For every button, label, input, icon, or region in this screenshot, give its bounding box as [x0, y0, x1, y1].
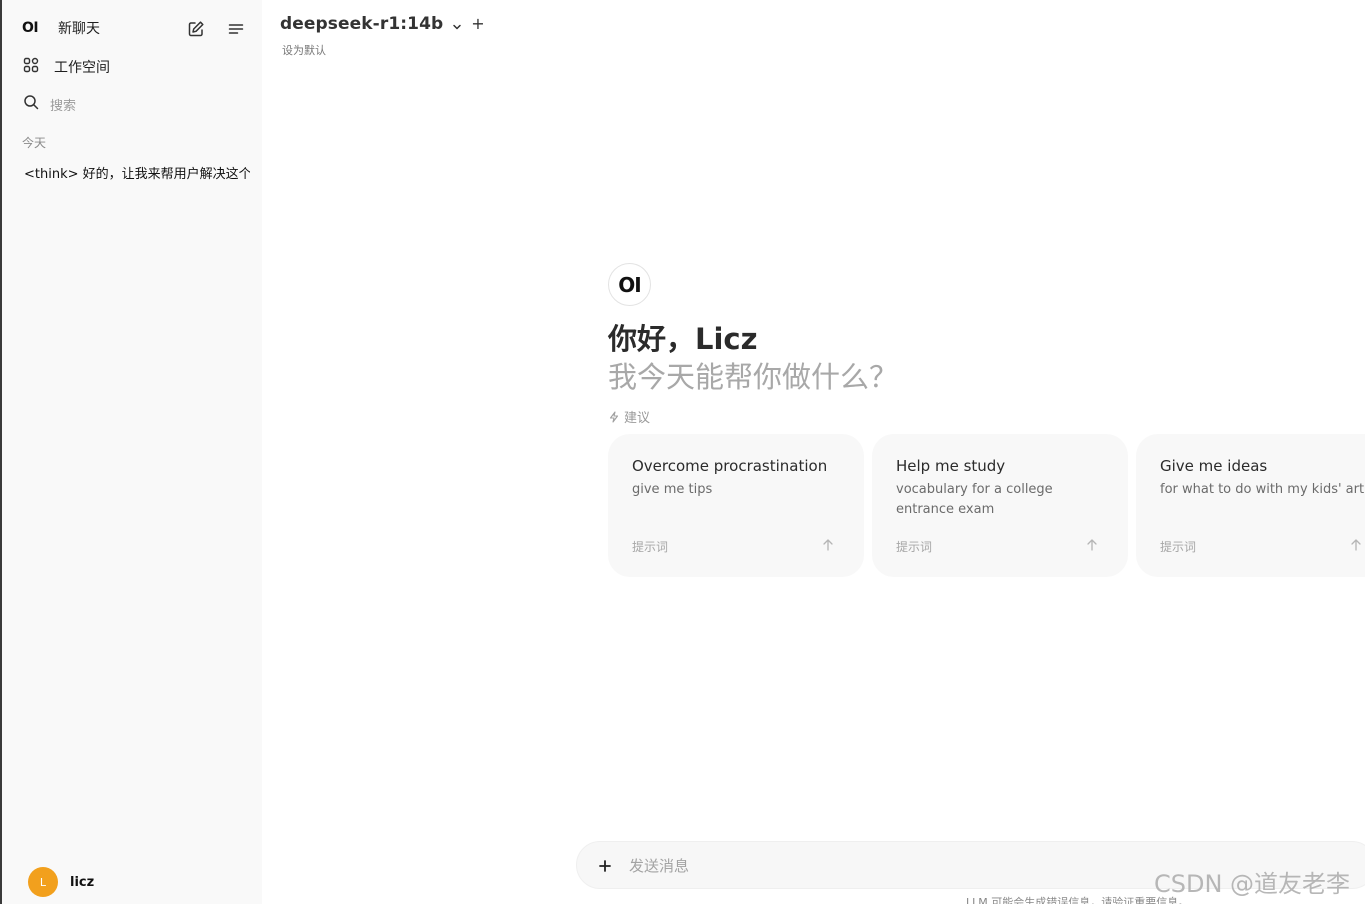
- card-description: vocabulary for a college entrance exam: [896, 482, 1053, 517]
- bolt-icon: [609, 410, 619, 423]
- card-tag: 提示词: [896, 540, 933, 554]
- sidebar: OI 新聊天 工作空间 搜索 今天 <think> 好的，让我来帮用户解决这个 …: [0, 0, 262, 904]
- add-model-button[interactable]: +: [471, 16, 484, 32]
- suggestion-card[interactable]: Help me study vocabulary for a college e…: [872, 434, 1128, 577]
- user-menu[interactable]: L licz: [28, 867, 94, 897]
- greeting-title: 你好，Licz: [608, 322, 758, 356]
- card-description: for what to do with my kids' art: [1160, 482, 1365, 497]
- new-chat-link[interactable]: OI 新聊天: [22, 18, 100, 38]
- app-logo: OI: [22, 20, 39, 36]
- greeting-subtitle: 我今天能帮你做什么？: [608, 360, 899, 394]
- menu-lines-icon[interactable]: [224, 17, 248, 41]
- message-input[interactable]: [629, 852, 1229, 880]
- suggestions-header: 建议: [608, 407, 650, 426]
- card-title: Overcome procrastination: [632, 457, 828, 475]
- grid-icon: [22, 56, 40, 78]
- new-chat-label: 新聊天: [58, 21, 100, 37]
- section-title-today: 今天: [22, 136, 47, 150]
- avatar: L: [28, 867, 58, 897]
- chat-history-item[interactable]: <think> 好的，让我来帮用户解决这个: [16, 162, 250, 188]
- search-placeholder: 搜索: [50, 98, 77, 114]
- arrow-up-icon: [1351, 539, 1361, 551]
- workspace-label: 工作空间: [54, 60, 110, 76]
- suggestion-card[interactable]: Overcome procrastination give me tips 提示…: [608, 434, 864, 577]
- app-logo-large: OI: [608, 263, 651, 306]
- workspace-link[interactable]: 工作空间: [22, 56, 110, 78]
- model-selector[interactable]: deepseek-r1:14b +: [280, 14, 485, 34]
- user-name: licz: [70, 874, 95, 890]
- plus-icon[interactable]: [593, 854, 617, 878]
- pencil-square-icon[interactable]: [184, 17, 208, 41]
- card-tag: 提示词: [632, 540, 669, 554]
- suggestion-cards: Overcome procrastination give me tips 提示…: [608, 434, 1365, 579]
- arrow-up-icon: [1087, 539, 1097, 551]
- card-description: give me tips: [632, 482, 713, 497]
- suggestion-card[interactable]: Give me ideas for what to do with my kid…: [1136, 434, 1365, 577]
- search-icon: [22, 93, 40, 115]
- card-title: Help me study: [896, 457, 1006, 475]
- watermark: CSDN @道友老李: [1154, 870, 1351, 898]
- model-name: deepseek-r1:14b: [280, 14, 444, 34]
- arrow-up-icon: [823, 539, 833, 551]
- set-default-link[interactable]: 设为默认: [282, 42, 326, 58]
- card-tag: 提示词: [1160, 540, 1197, 554]
- chevron-down-icon[interactable]: [451, 18, 463, 30]
- search-box[interactable]: 搜索: [22, 93, 76, 115]
- card-title: Give me ideas: [1160, 457, 1268, 475]
- suggestions-title: 建议: [624, 411, 651, 426]
